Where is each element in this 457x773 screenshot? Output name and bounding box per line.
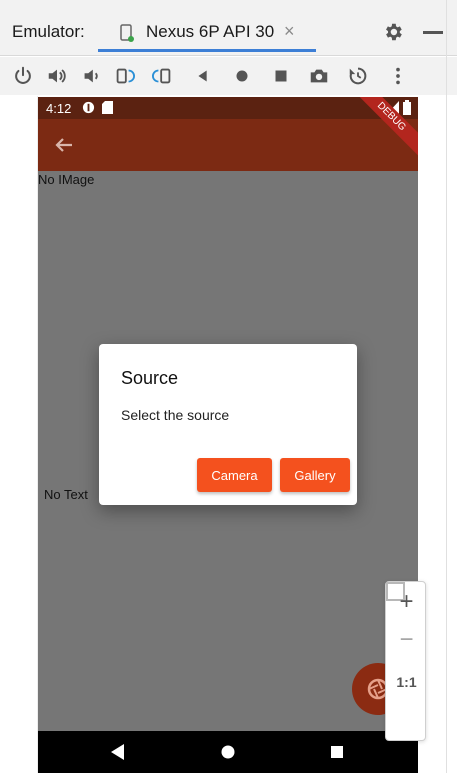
- minimize-icon[interactable]: [423, 31, 443, 34]
- volume-up-icon[interactable]: [46, 65, 68, 87]
- emulator-label: Emulator:: [12, 22, 85, 41]
- home-icon[interactable]: [231, 65, 253, 87]
- nav-overview-icon[interactable]: [330, 744, 344, 760]
- zoom-out-button[interactable]: −: [386, 626, 427, 654]
- zoom-in-button[interactable]: +: [386, 588, 427, 616]
- dialog-message: Select the source: [121, 407, 230, 423]
- device-tab-label: Nexus 6P API 30: [146, 22, 275, 41]
- phone-device-icon: [120, 24, 134, 42]
- emulator-title-bar: Emulator: Nexus 6P API 30 ×: [0, 0, 457, 56]
- actual-size-button[interactable]: 1:1: [386, 674, 427, 690]
- snapshot-icon[interactable]: [347, 65, 369, 87]
- zoom-controls: + − 1:1: [385, 581, 426, 741]
- battery-icon: [403, 100, 411, 115]
- window-right-border: [446, 0, 457, 773]
- window-left-margin: [0, 96, 38, 773]
- no-image-text: No IMage: [38, 172, 95, 187]
- power-icon[interactable]: [12, 65, 34, 87]
- rotate-right-icon[interactable]: [152, 65, 174, 87]
- gear-icon[interactable]: [382, 21, 404, 43]
- close-tab-icon[interactable]: ×: [284, 21, 295, 42]
- gallery-button[interactable]: Gallery: [280, 458, 350, 492]
- dialog-title: Source: [121, 368, 179, 388]
- no-text-label: No Text: [44, 487, 88, 502]
- back-arrow-icon[interactable]: [52, 133, 76, 157]
- app-bar: [38, 119, 418, 171]
- device-tab[interactable]: Nexus 6P API 30 ×: [98, 14, 316, 52]
- android-nav-bar: [38, 731, 418, 773]
- tab-active-indicator: [98, 49, 316, 52]
- nav-back-icon[interactable]: [111, 744, 125, 760]
- sd-card-icon: [102, 101, 113, 114]
- android-status-bar: 4:12: [38, 97, 418, 119]
- rotate-left-icon[interactable]: [113, 65, 135, 87]
- app-notification-icon: [82, 101, 95, 114]
- more-icon[interactable]: [387, 65, 409, 87]
- emulator-window: Emulator: Nexus 6P API 30 × 4:12 DEBUG N…: [0, 0, 457, 773]
- screenshot-icon[interactable]: [308, 65, 330, 87]
- camera-button[interactable]: Camera: [197, 458, 272, 492]
- emulator-toolbar: [0, 57, 457, 95]
- source-dialog: Source Select the source Camera Gallery: [99, 344, 357, 505]
- volume-down-icon[interactable]: [80, 65, 102, 87]
- nav-home-icon[interactable]: [221, 744, 235, 760]
- back-icon[interactable]: [192, 65, 214, 87]
- status-time: 4:12: [46, 101, 72, 116]
- overview-icon[interactable]: [270, 65, 292, 87]
